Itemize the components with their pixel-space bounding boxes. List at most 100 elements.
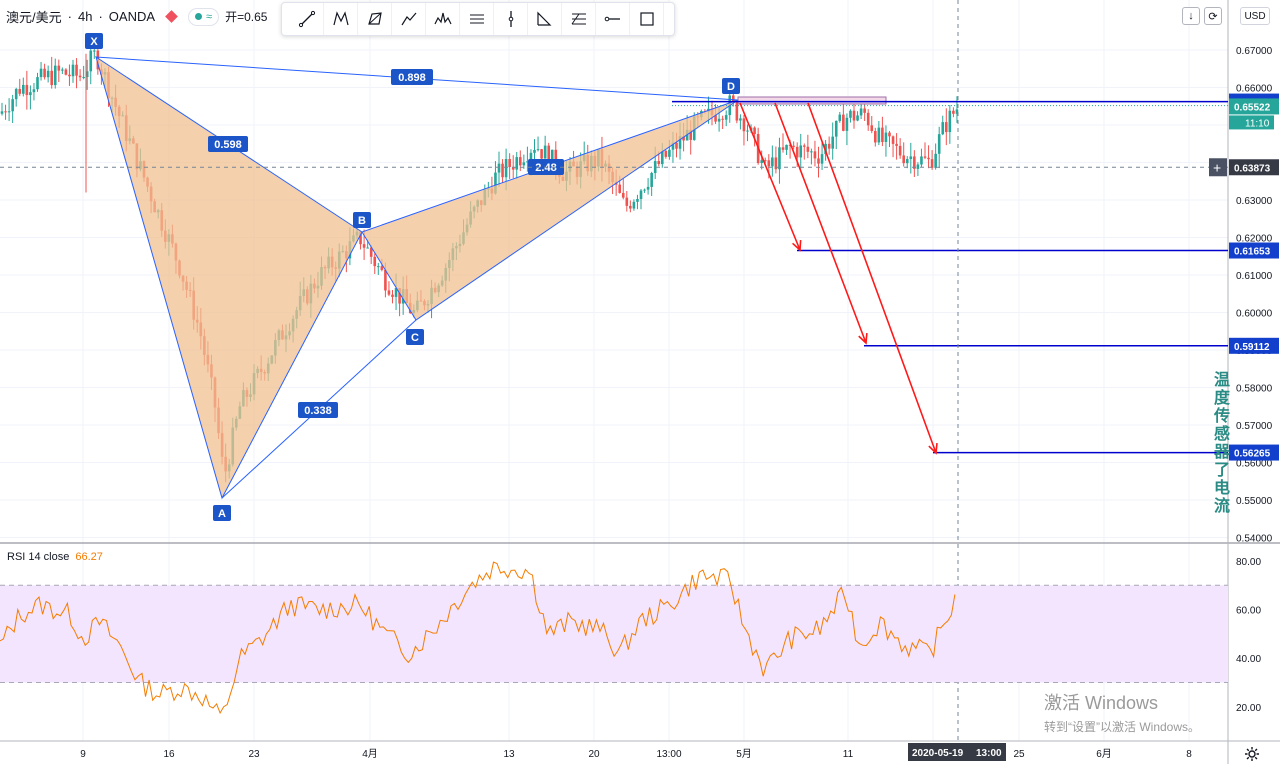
- interval-label[interactable]: 4h: [78, 9, 92, 24]
- candle-body: [64, 69, 68, 75]
- time-tick-label: 23: [248, 749, 260, 760]
- candle-body: [891, 136, 895, 144]
- candle-body: [916, 164, 920, 169]
- candle-body: [519, 157, 522, 166]
- candle-body: [57, 65, 61, 71]
- point-label-c[interactable]: C: [406, 329, 424, 345]
- arrow-target-3[interactable]: [807, 102, 937, 454]
- refresh-button[interactable]: ⟳: [1204, 7, 1222, 25]
- abcd-pattern-tool-button[interactable]: [392, 3, 426, 35]
- time-tick-label: 4月: [362, 748, 378, 760]
- candle-body: [834, 120, 838, 137]
- candle-body: [657, 161, 661, 165]
- target-tag-1[interactable]: 0.61653: [1229, 242, 1279, 259]
- candle-body: [820, 154, 824, 164]
- pattern-bcd-fill[interactable]: [361, 99, 739, 321]
- chart-svg[interactable]: X A B C D 0.598 0.338 2.48 0.898 0.67000 0.66000 0.…: [0, 0, 1280, 764]
- horizontal-ray-tool-button[interactable]: [596, 3, 630, 35]
- candle-body: [0, 111, 4, 114]
- ratio-label-xad-text: 0.898: [398, 72, 426, 84]
- scroll-down-button[interactable]: ↓: [1182, 7, 1200, 25]
- point-label-c-text: C: [411, 332, 419, 344]
- toolbar-grip-icon[interactable]: [282, 3, 290, 35]
- candle-body: [497, 163, 501, 173]
- pattern-xab-fill[interactable]: [95, 55, 363, 500]
- chart-canvas[interactable]: X A B C D 0.598 0.338 2.48 0.898 0.67000 0.66000 0.…: [0, 0, 1280, 764]
- point-label-d[interactable]: D: [722, 78, 740, 94]
- trend-line-tool-button[interactable]: [290, 3, 324, 35]
- candle-body: [89, 50, 93, 72]
- head-shoulders-tool-button[interactable]: [426, 3, 460, 35]
- rsi-tick-label: 80.00: [1236, 557, 1261, 568]
- ratio-label-xad[interactable]: 0.898: [391, 69, 433, 85]
- target-tag-1-text: 0.61653: [1234, 247, 1271, 258]
- fib-lines-tool-button[interactable]: [562, 3, 596, 35]
- cypher-pattern-tool-button[interactable]: [358, 3, 392, 35]
- head-shoulders-icon: [433, 12, 452, 25]
- current-price-tag[interactable]: 0.65522: [1229, 98, 1279, 115]
- settings-gear-icon[interactable]: [1244, 746, 1260, 762]
- projection-arrows[interactable]: [739, 102, 938, 455]
- cursor-time-text: 2020-05-19: [912, 748, 964, 759]
- candle-body: [810, 151, 813, 153]
- vertical-line-tool-button[interactable]: [494, 3, 528, 35]
- candle-body: [68, 74, 71, 77]
- flag-icon: [165, 10, 178, 23]
- ratio-label-abc[interactable]: 0.338: [298, 402, 338, 418]
- target-lines[interactable]: [672, 100, 1228, 454]
- windows-watermark: 激活 Windows 转到“设置”以激活 Windows。: [1044, 689, 1200, 735]
- candle-body: [877, 127, 881, 143]
- price-tick-label: 0.57000: [1236, 421, 1273, 432]
- candle-body: [25, 84, 29, 96]
- candle-body: [362, 244, 366, 248]
- candle-body: [29, 92, 32, 96]
- point-label-d-text: D: [727, 81, 735, 93]
- candle-body: [533, 150, 536, 153]
- candle-body: [78, 75, 82, 78]
- candle-body: [639, 190, 643, 199]
- candle-body: [629, 205, 632, 209]
- parallel-lines-icon: [469, 14, 484, 24]
- price-tick-label: 0.61000: [1236, 271, 1273, 282]
- market-status-pill[interactable]: ≈: [188, 7, 220, 26]
- target-tag-2[interactable]: 0.59112: [1229, 337, 1279, 354]
- price-tick-label: 0.60000: [1236, 309, 1273, 320]
- candle-body: [778, 147, 781, 170]
- xabcd-pattern[interactable]: X A B C D 0.598 0.338 2.48 0.898: [85, 33, 740, 521]
- candle-body: [4, 111, 7, 113]
- candle-body: [948, 110, 952, 133]
- candle-body: [927, 157, 930, 160]
- candle-body: [799, 145, 803, 158]
- d-zone-rectangle[interactable]: [737, 96, 887, 105]
- symbol-name[interactable]: 澳元/美元: [6, 7, 62, 26]
- candle-body: [905, 159, 909, 164]
- price-tick-label: 0.67000: [1236, 46, 1273, 57]
- rsi-title[interactable]: RSI 14 close 66.27: [7, 551, 103, 563]
- candle-body: [952, 110, 955, 114]
- candle-body: [771, 157, 774, 167]
- point-label-a[interactable]: A: [213, 505, 231, 521]
- point-label-a-text: A: [218, 508, 226, 520]
- point-label-b[interactable]: B: [353, 212, 371, 228]
- rectangle-tool-button[interactable]: [630, 3, 664, 35]
- candle-body: [643, 189, 646, 191]
- candle-body: [742, 118, 746, 132]
- time-tick-label: 8: [1186, 749, 1192, 760]
- target-tag-3[interactable]: 0.56265: [1229, 444, 1279, 461]
- ratio-label-xab[interactable]: 0.598: [208, 136, 248, 152]
- candle-body: [36, 77, 39, 90]
- currency-button[interactable]: USD: [1240, 7, 1270, 25]
- elliott-wave-tool-button[interactable]: [528, 3, 562, 35]
- candle-body: [870, 125, 874, 132]
- time-axis[interactable]: 916234月132013:005月1118256月82020-05-1913:…: [80, 743, 1192, 761]
- candle-body: [646, 186, 650, 190]
- drawing-toolbar: [281, 2, 675, 36]
- point-label-x[interactable]: X: [85, 33, 103, 49]
- candle-body: [739, 118, 742, 121]
- candle-body: [522, 162, 526, 166]
- candle-body: [753, 127, 756, 135]
- candle-body: [632, 201, 636, 209]
- watermark-title: 激活 Windows: [1044, 693, 1159, 713]
- xabcd-pattern-tool-button[interactable]: [324, 3, 358, 35]
- parallel-lines-tool-button[interactable]: [460, 3, 494, 35]
